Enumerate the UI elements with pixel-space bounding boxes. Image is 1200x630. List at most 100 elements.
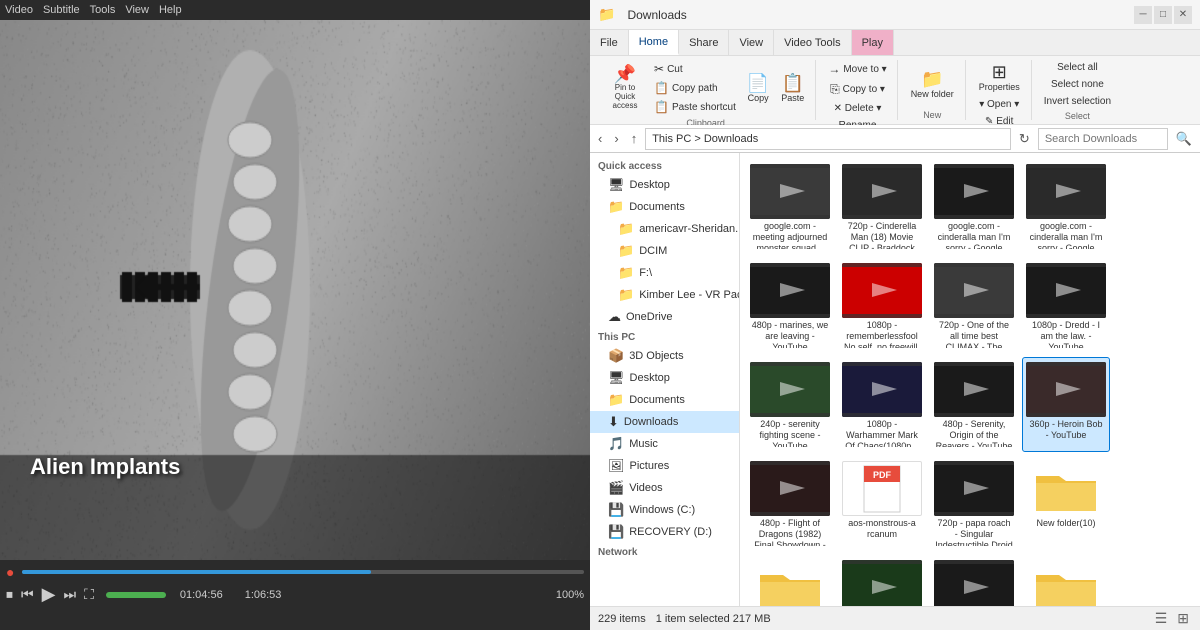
nav-item-recovery-(d:)[interactable]: 💾RECOVERY (D:) xyxy=(590,521,739,543)
file-name: google.com - cinderalla man I'm sorry - … xyxy=(935,221,1013,249)
up-button[interactable]: ↑ xyxy=(627,129,642,148)
copy-to-icon: ⎘ xyxy=(830,82,840,97)
minimize-button[interactable]: ─ xyxy=(1134,6,1152,24)
file-item[interactable]: 720p - Cinderella Man (18) Movie CLIP - … xyxy=(838,159,926,254)
next-button[interactable]: ⏭ xyxy=(63,586,76,603)
stop-button[interactable]: ⏹ xyxy=(6,586,13,603)
paste-button[interactable]: 📋 Paste xyxy=(776,71,809,106)
tab-view[interactable]: View xyxy=(729,30,774,55)
nav-icon: 📁 xyxy=(618,287,634,303)
list-view-button[interactable]: ☰ xyxy=(1152,609,1171,628)
select-all-button[interactable]: Select all xyxy=(1053,60,1102,75)
file-name: google.com - cinderalla man I'm sorry - … xyxy=(1027,221,1105,249)
file-item[interactable]: 480p - marines, we are leaving - YouTube xyxy=(746,258,834,353)
file-item[interactable]: New folder(9) xyxy=(1022,555,1110,606)
file-item[interactable]: 240p - serenity fighting scene - YouTube xyxy=(746,357,834,452)
file-item[interactable]: 720p - One of the all time best CLIMAX -… xyxy=(930,258,1018,353)
nav-item-pictures[interactable]: 🖼Pictures xyxy=(590,455,739,477)
menu-video[interactable]: Video xyxy=(5,4,33,16)
copy-button[interactable]: 📄 Copy xyxy=(742,71,774,106)
forward-button[interactable]: › xyxy=(610,129,622,148)
nav-item-onedrive[interactable]: ☁OneDrive xyxy=(590,306,739,328)
file-item[interactable]: PDF aos-monstrous-a rcanum xyxy=(838,456,926,551)
file-item[interactable]: google.com - cinderalla man I'm sorry - … xyxy=(1022,159,1110,254)
file-thumbnail xyxy=(934,461,1014,516)
file-item[interactable]: google.com - meeting adjourned monster s… xyxy=(746,159,834,254)
progress-track[interactable] xyxy=(22,570,584,574)
file-item[interactable]: 480p - Serenity, Origin of the Reavers -… xyxy=(930,357,1018,452)
nav-item-downloads[interactable]: ⬇Downloads xyxy=(590,411,739,433)
paste-shortcut-label: Paste shortcut xyxy=(672,102,736,113)
file-item[interactable]: 720p - papa roach - Singular Indestructi… xyxy=(930,456,1018,551)
menu-tools[interactable]: Tools xyxy=(90,4,116,16)
move-to-button[interactable]: → Move to ▾ xyxy=(824,60,890,78)
file-item[interactable]: 1080p - WARCRAFT Movie Trailer (2016) - … xyxy=(838,555,926,606)
nav-item-americavr-sheridan..[interactable]: 📁americavr-Sheridan... xyxy=(590,218,739,240)
nav-item-documents[interactable]: 📁 Documents xyxy=(590,389,739,411)
cut-button[interactable]: ✂ Cut xyxy=(650,60,740,78)
nav-item-videos[interactable]: 🎬Videos xyxy=(590,477,739,499)
address-bar: ‹ › ↑ This PC > Downloads ↻ 🔍 xyxy=(590,125,1200,153)
file-item[interactable]: 480p - Flight of Dragons (1982) Final Sh… xyxy=(746,456,834,551)
nav-item-music[interactable]: 🎵Music xyxy=(590,433,739,455)
nav-item-kimber-lee---vr-pac.[interactable]: 📁Kimber Lee - VR Pac... xyxy=(590,284,739,306)
refresh-button[interactable]: ↻ xyxy=(1015,129,1034,149)
menu-view[interactable]: View xyxy=(125,4,149,16)
copy-path-button[interactable]: 📋 Copy path xyxy=(650,79,740,97)
file-item[interactable]: New folder(11) xyxy=(746,555,834,606)
play-pause-button[interactable]: ▶ xyxy=(42,584,56,605)
prev-button[interactable]: ⏮ xyxy=(21,586,34,603)
open-button[interactable]: ▾ Open ▾ xyxy=(975,97,1023,112)
nav-item-3d-objects[interactable]: 📦3D Objects xyxy=(590,345,739,367)
tab-home[interactable]: Home xyxy=(629,30,679,55)
file-thumbnail xyxy=(1026,362,1106,417)
back-button[interactable]: ‹ xyxy=(594,129,606,148)
grid-view-button[interactable]: ⊞ xyxy=(1174,609,1192,628)
paste-shortcut-button[interactable]: 📋 Paste shortcut xyxy=(650,98,740,116)
delete-button[interactable]: ✕ Delete ▾ xyxy=(830,101,886,116)
file-item[interactable]: 1080p - Warhammer Mark Of Chaos(1080p... xyxy=(838,357,926,452)
tab-share[interactable]: Share xyxy=(679,30,729,55)
title-bar: 📁 Downloads ─ □ ✕ xyxy=(590,0,1200,30)
file-name: google.com - meeting adjourned monster s… xyxy=(751,221,829,249)
tab-file[interactable]: File xyxy=(590,30,629,55)
invert-selection-button[interactable]: Invert selection xyxy=(1040,94,1115,109)
nav-item-desktop[interactable]: 🖥Desktop xyxy=(590,367,739,389)
move-to-label: Move to ▾ xyxy=(843,64,886,75)
file-name: 1080p - Dredd - I am the law. - YouTube xyxy=(1027,320,1105,348)
search-button[interactable]: 🔍 xyxy=(1172,129,1196,149)
select-group: Select all Select none Invert selection … xyxy=(1034,60,1121,120)
video-area: Alien Implants xyxy=(0,20,590,560)
new-folder-button[interactable]: 📁 New folder xyxy=(906,67,959,102)
search-input[interactable] xyxy=(1038,128,1168,150)
nav-item-label: Documents xyxy=(629,394,685,406)
breadcrumb[interactable]: This PC > Downloads xyxy=(645,128,1011,150)
nav-item-f:\[interactable]: 📁F:\ xyxy=(590,262,739,284)
file-thumbnail xyxy=(750,362,830,417)
nav-item-documents[interactable]: 📁Documents xyxy=(590,196,739,218)
select-none-button[interactable]: Select none xyxy=(1047,77,1108,92)
volume-bar[interactable] xyxy=(106,592,166,598)
file-item[interactable]: google.com - cinderalla man I'm sorry - … xyxy=(930,159,1018,254)
file-item[interactable]: 480p - Hellgate London 'Cinematic' Trail… xyxy=(930,555,1018,606)
tab-video-tools[interactable]: Video Tools xyxy=(774,30,851,55)
menu-subtitle[interactable]: Subtitle xyxy=(43,4,80,16)
file-item[interactable]: 1080p - rememberlessfool No self, no fre… xyxy=(838,258,926,353)
nav-item-desktop[interactable]: 🖥Desktop xyxy=(590,174,739,196)
nav-icon: 📁 xyxy=(608,392,624,408)
menu-help[interactable]: Help xyxy=(159,4,182,16)
file-item[interactable]: New folder(10) xyxy=(1022,456,1110,551)
delete-label: ✕ Delete ▾ xyxy=(834,103,882,114)
pin-to-quick-access-button[interactable]: 📌 Pin to Quick access xyxy=(602,62,648,113)
tab-play[interactable]: Play xyxy=(852,30,894,55)
fullscreen-button[interactable]: ⛶ xyxy=(84,586,94,603)
properties-button[interactable]: ⊞ Properties xyxy=(974,60,1025,95)
maximize-button[interactable]: □ xyxy=(1154,6,1172,24)
file-item[interactable]: 360p - Heroin Bob - YouTube xyxy=(1022,357,1110,452)
copy-to-button[interactable]: ⎘ Copy to ▾ xyxy=(826,80,889,99)
nav-item-dcim[interactable]: 📁DCIM xyxy=(590,240,739,262)
close-button[interactable]: ✕ xyxy=(1174,6,1192,24)
file-item[interactable]: 1080p - Dredd - I am the law. - YouTube xyxy=(1022,258,1110,353)
nav-item-windows-(c:)[interactable]: 💾Windows (C:) xyxy=(590,499,739,521)
clipboard-group: 📌 Pin to Quick access ✂ Cut 📋 Copy path xyxy=(596,60,816,120)
